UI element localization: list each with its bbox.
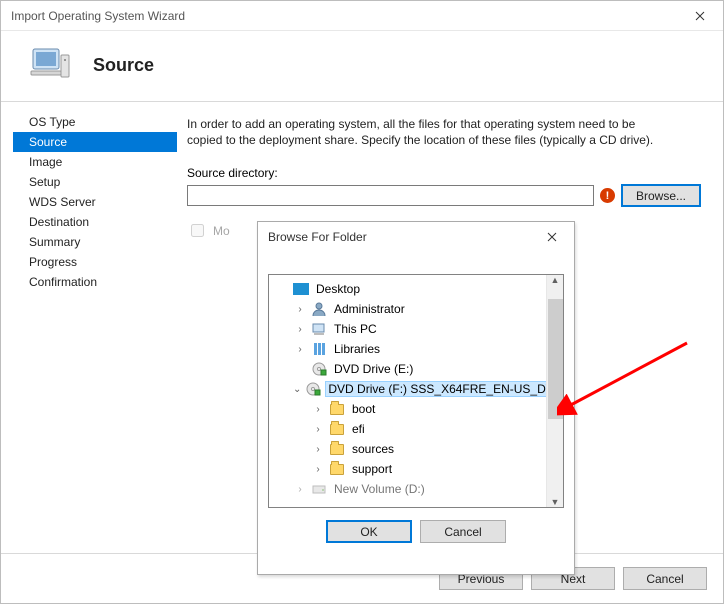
tree-node-label: Libraries bbox=[331, 341, 383, 357]
tree-node[interactable]: › boot bbox=[269, 399, 546, 419]
expand-icon[interactable]: › bbox=[311, 464, 325, 475]
cancel-button[interactable]: Cancel bbox=[623, 567, 707, 590]
window-title: Import Operating System Wizard bbox=[11, 9, 185, 23]
sidebar-step-destination[interactable]: Destination bbox=[13, 212, 177, 232]
user-icon bbox=[311, 301, 327, 317]
expand-icon[interactable]: › bbox=[311, 424, 325, 435]
expand-icon[interactable]: › bbox=[311, 444, 325, 455]
dvd-icon bbox=[311, 361, 327, 377]
titlebar: Import Operating System Wizard bbox=[1, 1, 723, 31]
tree-scrollbar[interactable]: ▲ ▼ bbox=[546, 275, 563, 507]
dialog-close-button[interactable] bbox=[534, 223, 570, 251]
tree-node[interactable]: › This PC bbox=[269, 319, 546, 339]
move-checkbox-label: Mo bbox=[213, 224, 230, 238]
tree-node-label: sources bbox=[349, 441, 397, 457]
browse-button[interactable]: Browse... bbox=[621, 184, 701, 207]
tree-node[interactable]: › Administrator bbox=[269, 299, 546, 319]
error-icon: ! bbox=[600, 188, 615, 203]
tree-node[interactable]: › sources bbox=[269, 439, 546, 459]
expand-icon[interactable]: › bbox=[293, 304, 307, 315]
move-checkbox bbox=[191, 224, 204, 237]
wizard-header: Source bbox=[1, 31, 723, 102]
browse-folder-dialog: Browse For Folder Desktop›Administrator›… bbox=[257, 221, 575, 575]
tree-node[interactable]: › Libraries bbox=[269, 339, 546, 359]
sidebar-step-progress[interactable]: Progress bbox=[13, 252, 177, 272]
tree-node[interactable]: › New Volume (D:) bbox=[269, 479, 546, 499]
sidebar-step-image[interactable]: Image bbox=[13, 152, 177, 172]
tree-node[interactable]: DVD Drive (E:) bbox=[269, 359, 546, 379]
tree-node[interactable]: ⌄ DVD Drive (F:) SSS_X64FRE_EN-US_DV9 bbox=[269, 379, 546, 399]
source-dir-input[interactable] bbox=[187, 185, 594, 206]
tree-node-label: efi bbox=[349, 421, 368, 437]
sidebar-step-confirmation[interactable]: Confirmation bbox=[13, 272, 177, 292]
lib-icon bbox=[311, 341, 327, 357]
source-dir-label: Source directory: bbox=[187, 166, 701, 180]
wizard-window: Import Operating System Wizard Source OS… bbox=[0, 0, 724, 604]
dialog-titlebar: Browse For Folder bbox=[258, 222, 574, 252]
dvd-icon bbox=[305, 381, 321, 397]
tree-node-label: DVD Drive (E:) bbox=[331, 361, 416, 377]
expand-icon[interactable]: ⌄ bbox=[293, 384, 301, 395]
tree-node-label: support bbox=[349, 461, 395, 477]
folder-icon bbox=[329, 401, 345, 417]
folder-tree[interactable]: Desktop › Administrator › This PC › Libraries D… bbox=[268, 274, 564, 508]
folder-icon bbox=[329, 421, 345, 437]
folder-icon bbox=[329, 461, 345, 477]
tree-node[interactable]: › support bbox=[269, 459, 546, 479]
expand-icon[interactable]: › bbox=[293, 344, 307, 355]
window-close-button[interactable] bbox=[677, 1, 723, 31]
folder-icon bbox=[329, 441, 345, 457]
expand-icon[interactable]: › bbox=[293, 324, 307, 335]
instruction-text: In order to add an operating system, all… bbox=[187, 116, 667, 148]
tree-node[interactable]: › efi bbox=[269, 419, 546, 439]
page-title: Source bbox=[93, 55, 154, 76]
sidebar-step-ostype[interactable]: OS Type bbox=[13, 112, 177, 132]
expand-icon[interactable]: › bbox=[311, 404, 325, 415]
computer-icon bbox=[29, 47, 71, 83]
tree-node-label: New Volume (D:) bbox=[331, 481, 428, 497]
tree-node-label: DVD Drive (F:) SSS_X64FRE_EN-US_DV9 bbox=[325, 381, 546, 397]
pc-icon bbox=[311, 321, 327, 337]
sidebar-step-wds[interactable]: WDS Server bbox=[13, 192, 177, 212]
dialog-title: Browse For Folder bbox=[268, 230, 367, 244]
tree-node-label: Administrator bbox=[331, 301, 408, 317]
steps-sidebar: OS Type Source Image Setup WDS Server De… bbox=[1, 102, 177, 553]
tree-node-label: boot bbox=[349, 401, 378, 417]
expand-icon[interactable]: › bbox=[293, 484, 307, 495]
sidebar-step-summary[interactable]: Summary bbox=[13, 232, 177, 252]
dialog-ok-button[interactable]: OK bbox=[326, 520, 412, 543]
dialog-cancel-button[interactable]: Cancel bbox=[420, 520, 506, 543]
sidebar-step-setup[interactable]: Setup bbox=[13, 172, 177, 192]
drive-icon bbox=[311, 481, 327, 497]
tree-node-desktop[interactable]: Desktop bbox=[269, 279, 546, 299]
desktop-icon bbox=[293, 281, 309, 297]
sidebar-step-source[interactable]: Source bbox=[13, 132, 177, 152]
tree-node-label: This PC bbox=[331, 321, 380, 337]
